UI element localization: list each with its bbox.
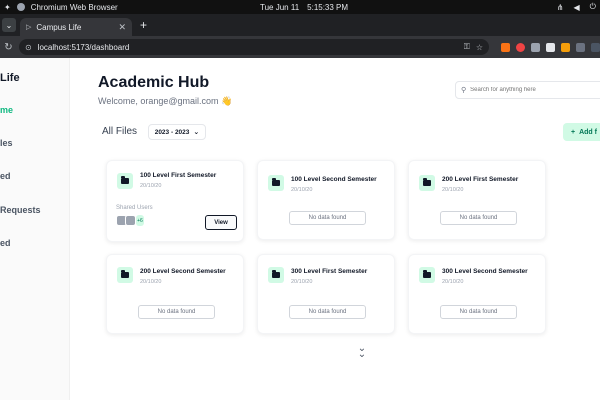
search-box[interactable]: ⚲ — [455, 81, 600, 99]
puzzle-icon[interactable] — [576, 42, 585, 52]
folder-card[interactable]: 200 Level First Semester 20/10/20 No dat… — [408, 160, 546, 240]
double-chevron-down-icon[interactable]: ⌄ ⌄ — [356, 344, 368, 360]
avatar — [125, 215, 136, 226]
chromium-app-icon — [16, 3, 25, 11]
site-info-icon[interactable]: ⊙ — [25, 43, 32, 52]
card-title: 100 Level First Semester — [140, 172, 217, 179]
shared-users-label: Shared Users — [116, 205, 153, 211]
card-title: 100 Level Second Semester — [291, 176, 377, 183]
folder-icon-box — [268, 267, 284, 283]
card-date: 20/10/20 — [442, 187, 464, 193]
folder-icon — [423, 178, 431, 186]
card-date: 20/10/20 — [291, 187, 313, 193]
folder-card[interactable]: 100 Level Second Semester 20/10/20 No da… — [257, 160, 395, 240]
new-tab-button[interactable]: + — [140, 18, 147, 32]
os-app-name: Chromium Web Browser — [30, 2, 118, 12]
search-icon: ⚲ — [461, 87, 467, 94]
folder-icon-box — [419, 267, 435, 283]
sidebar-item-home[interactable]: me — [0, 105, 13, 115]
folder-icon — [423, 270, 431, 278]
address-bar[interactable]: ⊙ localhost:5173/dashboard ⚿ ☆ — [19, 39, 489, 55]
folder-icon — [272, 178, 280, 186]
sidebar-item-requests[interactable]: Requests — [0, 205, 41, 215]
no-data-button[interactable]: No data found — [440, 211, 517, 225]
activities-icon[interactable]: ✦ — [4, 3, 11, 12]
main-content: Academic Hub Welcome, orange@gmail.com 👋… — [70, 58, 600, 400]
add-file-label: Add f — [579, 128, 597, 136]
folder-icon-box — [117, 267, 133, 283]
page-favicon-icon: ▷ — [26, 24, 32, 31]
url-text[interactable]: localhost:5173/dashboard — [38, 43, 458, 52]
browser-toolbar: ↻ ⊙ localhost:5173/dashboard ⚿ ☆ — [0, 36, 600, 58]
os-date[interactable]: Tue Jun 11 — [260, 3, 299, 12]
all-files-label: All Files — [102, 126, 138, 137]
volume-icon[interactable]: ◀ — [574, 3, 580, 12]
extension-icon[interactable] — [501, 42, 510, 52]
shared-avatars[interactable]: +6 — [116, 215, 144, 226]
folder-card[interactable]: 300 Level Second Semester 20/10/20 No da… — [408, 254, 546, 334]
extension-icon[interactable] — [546, 42, 555, 52]
extension-icon[interactable] — [516, 42, 525, 52]
sidebar-item-files[interactable]: les — [0, 138, 13, 148]
extension-icon[interactable] — [561, 42, 570, 52]
folder-icon — [272, 270, 280, 278]
view-button[interactable]: View — [205, 215, 237, 230]
power-icon[interactable]: ⏻ — [590, 2, 596, 12]
folder-icon-box — [268, 175, 284, 191]
sidebar-item-archived[interactable]: ed — [0, 238, 11, 248]
browser-tab-strip: ⌄ ▷ Campus Life ✕ + — [0, 14, 600, 36]
tab-title: Campus Life — [36, 22, 82, 32]
no-data-button[interactable]: No data found — [289, 211, 366, 225]
chevron-down-icon: ⌄ — [193, 129, 200, 136]
more-users-badge: +6 — [136, 215, 144, 226]
sidebar-item-shared[interactable]: ed — [0, 171, 11, 181]
sidebar: Life me les ed Requests ed — [0, 58, 70, 400]
card-date: 20/10/20 — [140, 279, 162, 285]
no-data-button[interactable]: No data found — [440, 305, 517, 319]
os-top-bar: ✦ Chromium Web Browser Tue Jun 11 5:15:3… — [0, 0, 600, 14]
card-title: 300 Level First Semester — [291, 268, 368, 275]
folder-card[interactable]: 300 Level First Semester 20/10/20 No dat… — [257, 254, 395, 334]
sidebar-brand: Life — [0, 72, 20, 84]
folder-card[interactable]: 200 Level Second Semester 20/10/20 No da… — [106, 254, 244, 334]
extensions-area — [501, 42, 600, 52]
extension-icon[interactable] — [531, 42, 540, 52]
folder-card[interactable]: 100 Level First Semester 20/10/20 Shared… — [106, 160, 244, 242]
tab-search-icon[interactable]: ⌄ — [2, 18, 16, 32]
folder-icon-box — [117, 173, 133, 189]
page-title: Academic Hub — [98, 74, 210, 91]
sidepanel-icon[interactable] — [591, 42, 600, 52]
card-title: 300 Level Second Semester — [442, 268, 528, 275]
folder-icon — [121, 176, 129, 184]
app-root: Life me les ed Requests ed Academic Hub … — [0, 58, 600, 400]
card-date: 20/10/20 — [442, 279, 464, 285]
reload-icon[interactable]: ↻ — [4, 42, 13, 53]
plus-icon: + — [571, 128, 576, 136]
network-icon[interactable]: ⋔ — [557, 3, 564, 12]
os-time[interactable]: 5:15:33 PM — [307, 3, 348, 12]
add-file-button[interactable]: + Add f — [563, 123, 600, 141]
year-select[interactable]: 2023 - 2023 ⌄ — [148, 124, 206, 140]
year-select-value: 2023 - 2023 — [154, 128, 190, 136]
welcome-text: Welcome, orange@gmail.com 👋 — [98, 96, 233, 106]
folder-icon-box — [419, 175, 435, 191]
card-date: 20/10/20 — [291, 279, 313, 285]
card-date: 20/10/20 — [140, 183, 162, 189]
key-icon[interactable]: ⚿ — [464, 42, 470, 52]
folder-icon — [121, 270, 129, 278]
no-data-button[interactable]: No data found — [138, 305, 215, 319]
no-data-button[interactable]: No data found — [289, 305, 366, 319]
bookmark-star-icon[interactable]: ☆ — [476, 43, 483, 52]
search-input[interactable] — [470, 87, 591, 93]
tab-campus-life[interactable]: ▷ Campus Life ✕ — [20, 18, 132, 36]
close-tab-icon[interactable]: ✕ — [118, 22, 126, 33]
card-title: 200 Level First Semester — [442, 176, 519, 183]
card-title: 200 Level Second Semester — [140, 268, 226, 275]
